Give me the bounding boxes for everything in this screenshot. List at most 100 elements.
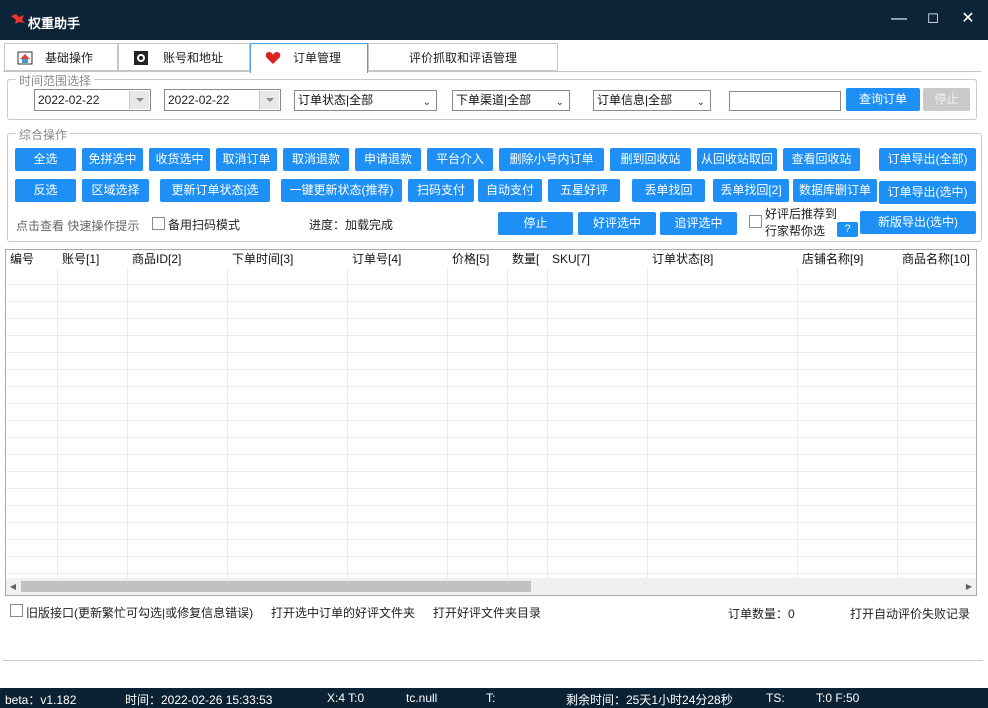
region-select-button[interactable]: 区域选择: [82, 179, 149, 202]
table-row[interactable]: [6, 370, 976, 387]
order-channel-value: 下单渠道|全部: [456, 93, 532, 107]
column-header[interactable]: 店铺名称[9]: [798, 250, 896, 268]
column-header[interactable]: 商品ID[2]: [128, 250, 226, 268]
order-info-select[interactable]: 订单信息|全部 ⌄: [593, 90, 711, 111]
table-row[interactable]: [6, 438, 976, 455]
auto-pay-button[interactable]: 自动支付: [478, 179, 542, 202]
recover-lost-order-2-button[interactable]: 丢单找回[2]: [713, 179, 789, 202]
tab-accounts-address[interactable]: 账号和地址: [118, 43, 250, 71]
table-row[interactable]: [6, 268, 976, 285]
order-count: 订单数量：0: [728, 607, 795, 621]
column-header[interactable]: 编号: [6, 250, 56, 268]
recover-lost-order-button[interactable]: 丢单找回: [632, 179, 705, 202]
tf-label: T:0 F:50: [816, 691, 860, 705]
column-header[interactable]: 价格[5]: [448, 250, 506, 268]
open-review-folder-dir-link[interactable]: 打开好评文件夹目录: [433, 604, 541, 621]
start-date-picker[interactable]: 2022-02-22: [34, 89, 151, 111]
group-buy-free-button[interactable]: 免拼选中: [82, 148, 143, 171]
order-channel-select[interactable]: 下单渠道|全部 ⌄: [452, 90, 570, 111]
column-header[interactable]: 订单号[4]: [348, 250, 446, 268]
tab-review-management[interactable]: 评价抓取和评语管理: [368, 43, 558, 71]
export-all-orders-button[interactable]: 订单导出(全部): [879, 148, 976, 171]
stop-button[interactable]: 停止: [498, 212, 573, 235]
divider: [3, 660, 983, 661]
tc-label: tc.null: [406, 691, 438, 705]
table-row[interactable]: [6, 387, 976, 404]
select-all-button[interactable]: 全选: [15, 148, 76, 171]
cancel-order-button[interactable]: 取消订单: [216, 148, 277, 171]
order-info-value: 订单信息|全部: [597, 93, 673, 107]
scrollbar-thumb[interactable]: [21, 581, 531, 592]
table-row[interactable]: [6, 421, 976, 438]
table-row[interactable]: [6, 472, 976, 489]
recommend-checkbox[interactable]: [749, 215, 762, 228]
quick-ops-hint-link[interactable]: 点击查看 快速操作提示: [16, 217, 139, 234]
open-selected-review-folder-link[interactable]: 打开选中订单的好评文件夹: [271, 604, 415, 621]
open-failure-log-link[interactable]: 打开自动评价失败记录: [850, 605, 970, 622]
help-button[interactable]: ?: [837, 222, 858, 237]
column-header[interactable]: 数量[: [508, 250, 546, 268]
orders-grid[interactable]: 编号 账号[1] 商品ID[2] 下单时间[3] 订单号[4] 价格[5] 数量…: [5, 249, 977, 596]
table-row[interactable]: [6, 455, 976, 472]
minimize-icon[interactable]: —: [884, 8, 914, 30]
order-status-value: 订单状态|全部: [298, 93, 374, 107]
five-star-review-button[interactable]: 五星好评: [548, 179, 620, 202]
column-header[interactable]: 下单时间[3]: [228, 250, 346, 268]
old-api-checkbox[interactable]: [10, 604, 23, 617]
follow-up-review-selected-button[interactable]: 追评选中: [660, 212, 737, 235]
invert-selection-button[interactable]: 反选: [15, 179, 76, 202]
qr-pay-button[interactable]: 扫码支付: [408, 179, 474, 202]
table-row[interactable]: [6, 557, 976, 574]
old-api-label: 旧版接口(更新繁忙可勾选|或修复信息错误): [26, 606, 254, 620]
table-row[interactable]: [6, 506, 976, 523]
cancel-refund-button[interactable]: 取消退款: [283, 148, 349, 171]
delete-sub-account-orders-button[interactable]: 删除小号内订单: [499, 148, 604, 171]
chevron-down-icon[interactable]: [129, 91, 149, 109]
table-row[interactable]: [6, 540, 976, 557]
status-bar: beta：v1.182 时间：2022-02-26 15:33:53 X:4 T…: [0, 688, 988, 708]
tab-label: 账号和地址: [163, 51, 224, 65]
query-orders-button[interactable]: 查询订单: [846, 88, 920, 111]
table-row[interactable]: [6, 523, 976, 540]
update-order-status-button[interactable]: 更新订单状态|选: [160, 179, 270, 202]
table-row[interactable]: [6, 336, 976, 353]
recommend-label-line1: 好评后推荐到: [765, 207, 838, 221]
remaining-time-label: 剩余时间：25天1小时24分28秒: [566, 693, 733, 707]
table-row[interactable]: [6, 319, 976, 336]
progress-status: 进度：加载完成: [309, 218, 394, 232]
app-logo-icon: [11, 14, 25, 24]
scroll-left-icon[interactable]: ◀: [6, 578, 20, 595]
maximize-icon[interactable]: ☐: [918, 8, 948, 30]
column-header[interactable]: 账号[1]: [58, 250, 126, 268]
backup-scan-checkbox[interactable]: [152, 217, 165, 230]
one-click-update-status-button[interactable]: 一键更新状态(推荐): [281, 179, 402, 202]
stop-query-button[interactable]: 停止: [923, 88, 970, 111]
export-selected-orders-button[interactable]: 订单导出(选中): [879, 181, 976, 204]
view-recycle-bin-button[interactable]: 查看回收站: [783, 148, 860, 171]
positive-review-selected-button[interactable]: 好评选中: [578, 212, 656, 235]
table-row[interactable]: [6, 285, 976, 302]
end-date-picker[interactable]: 2022-02-22: [164, 89, 281, 111]
table-row[interactable]: [6, 302, 976, 319]
close-icon[interactable]: ✕: [953, 8, 983, 30]
chevron-down-icon[interactable]: [259, 91, 279, 109]
tab-basic-ops[interactable]: 基础操作: [4, 43, 118, 71]
scroll-right-icon[interactable]: ▶: [962, 578, 976, 595]
column-header[interactable]: 订单状态[8]: [648, 250, 796, 268]
table-row[interactable]: [6, 353, 976, 370]
search-input[interactable]: [729, 91, 841, 111]
receive-selected-button[interactable]: 收货选中: [149, 148, 210, 171]
tab-order-management[interactable]: 订单管理: [250, 43, 368, 73]
horizontal-scrollbar[interactable]: ◀ ▶: [6, 578, 976, 595]
move-to-recycle-bin-button[interactable]: 删到回收站: [610, 148, 691, 171]
table-row[interactable]: [6, 404, 976, 421]
column-header[interactable]: 商品名称[10]: [898, 250, 976, 268]
table-row[interactable]: [6, 489, 976, 506]
new-export-selected-button[interactable]: 新版导出(选中): [860, 211, 976, 234]
platform-intervene-button[interactable]: 平台介入: [427, 148, 493, 171]
column-header[interactable]: SKU[7]: [548, 250, 646, 268]
apply-refund-button[interactable]: 申请退款: [355, 148, 421, 171]
restore-from-recycle-bin-button[interactable]: 从回收站取回: [697, 148, 777, 171]
order-status-select[interactable]: 订单状态|全部 ⌄: [294, 90, 437, 111]
db-delete-order-button[interactable]: 数据库删订单: [793, 179, 877, 202]
